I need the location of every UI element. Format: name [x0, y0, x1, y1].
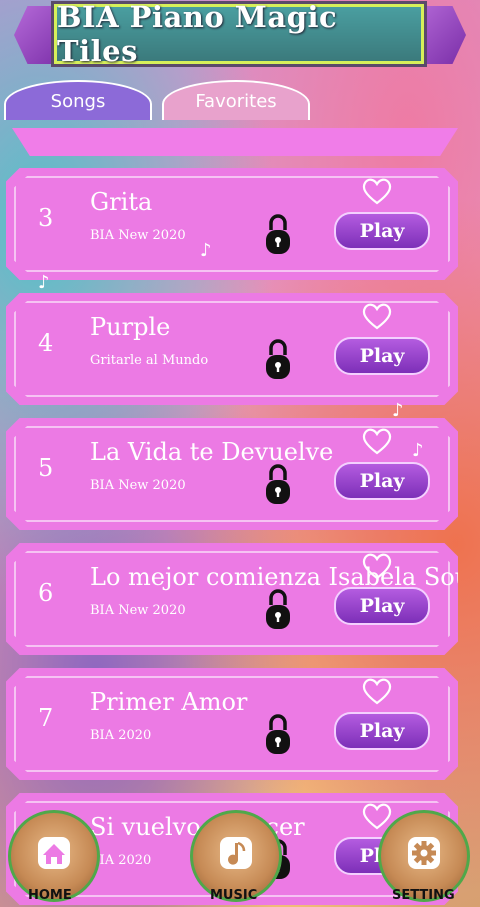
- song-card[interactable]: 6 Lo mejor comienza Isabela Sou BIA New …: [6, 543, 458, 655]
- lock-icon: [266, 589, 290, 629]
- music-note-icon: [220, 837, 252, 869]
- list-top-edge: [12, 128, 458, 156]
- heart-icon[interactable]: [360, 176, 394, 206]
- tab-songs[interactable]: Songs: [4, 80, 152, 120]
- nav-setting-label: SETTING: [392, 888, 455, 903]
- song-number: 4: [38, 329, 54, 357]
- gear-icon: [408, 837, 440, 869]
- music-note-decoration: ♪: [38, 272, 50, 293]
- play-button[interactable]: Play: [334, 462, 430, 500]
- heart-icon[interactable]: [360, 551, 394, 581]
- nav-music-label: MUSIC: [210, 888, 258, 903]
- song-artist: BIA 2020: [90, 728, 152, 743]
- bottom-nav: HOME MUSIC SETTING: [0, 808, 480, 907]
- song-number: 5: [38, 454, 54, 482]
- title-banner: BIA Piano Magic Tiles: [0, 0, 480, 70]
- lock-icon: [266, 339, 290, 379]
- lock-icon: [266, 714, 290, 754]
- play-button[interactable]: Play: [334, 712, 430, 750]
- song-card[interactable]: 5 La Vida te Devuelve BIA New 2020 Play: [6, 418, 458, 530]
- heart-icon[interactable]: [360, 301, 394, 331]
- play-button[interactable]: Play: [334, 587, 430, 625]
- title-bar: BIA Piano Magic Tiles: [54, 0, 424, 68]
- song-card[interactable]: 7 Primer Amor BIA 2020 Play: [6, 668, 458, 780]
- heart-icon[interactable]: [360, 426, 394, 456]
- song-artist: BIA New 2020: [90, 603, 186, 618]
- song-number: 7: [38, 704, 54, 732]
- song-number: 6: [38, 579, 54, 607]
- song-card[interactable]: 3 Grita BIA New 2020 Play: [6, 168, 458, 280]
- lock-icon: [266, 214, 290, 254]
- play-button[interactable]: Play: [334, 212, 430, 250]
- home-icon: [38, 837, 70, 869]
- music-note-decoration: ♪: [200, 240, 212, 261]
- tab-favorites[interactable]: Favorites: [162, 80, 310, 120]
- music-note-decoration: ♪: [392, 400, 404, 421]
- nav-home-label: HOME: [28, 888, 72, 903]
- play-button[interactable]: Play: [334, 337, 430, 375]
- song-number: 3: [38, 204, 54, 232]
- song-artist: BIA New 2020: [90, 478, 186, 493]
- song-card[interactable]: 4 Purple Gritarle al Mundo Play: [6, 293, 458, 405]
- lock-icon: [266, 464, 290, 504]
- song-artist: Gritarle al Mundo: [90, 353, 209, 368]
- heart-icon[interactable]: [360, 676, 394, 706]
- song-artist: BIA New 2020: [90, 228, 186, 243]
- app-title: BIA Piano Magic Tiles: [57, 0, 338, 68]
- music-note-decoration: ♪: [412, 440, 424, 461]
